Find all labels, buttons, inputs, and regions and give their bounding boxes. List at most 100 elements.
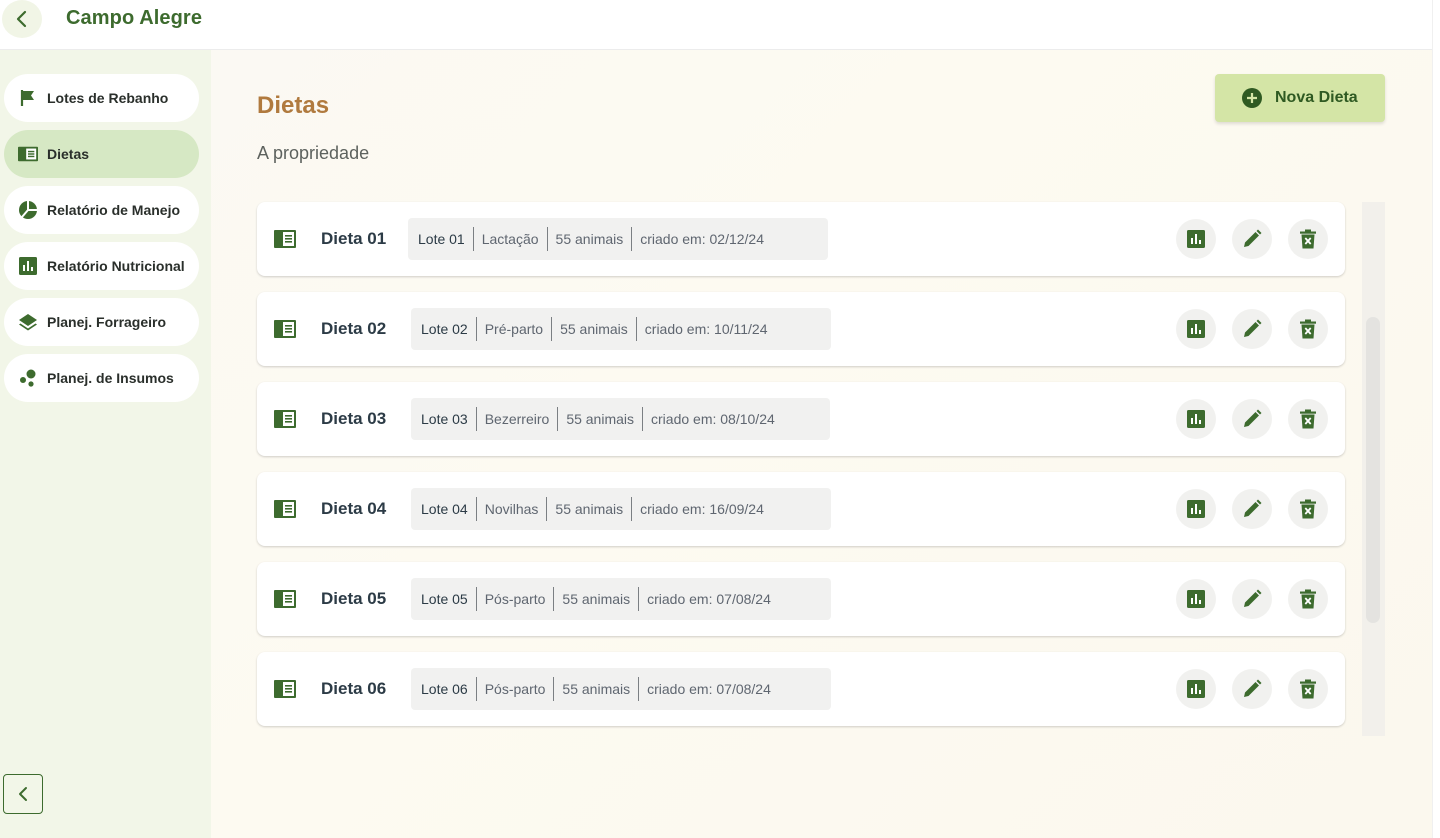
sidebar-item-relatorio-nutricional[interactable]: Relatório Nutricional [4, 242, 199, 290]
animals-chip: 55 animais [553, 587, 638, 611]
delete-button[interactable] [1288, 399, 1328, 439]
animals-chip: 55 animais [557, 407, 642, 431]
delete-button[interactable] [1288, 489, 1328, 529]
trash-icon [1300, 409, 1316, 429]
page-title: Dietas [257, 92, 330, 119]
report-button[interactable] [1176, 219, 1216, 259]
report-button[interactable] [1176, 489, 1216, 529]
created-date-chip: criado em: 08/10/24 [642, 407, 783, 431]
diet-card[interactable]: Dieta 06 Lote 06 Pós-parto 55 animais cr… [257, 652, 1345, 726]
sidebar-item-dietas[interactable]: Dietas [4, 130, 199, 178]
diet-info-chips: Lote 06 Pós-parto 55 animais criado em: … [411, 668, 831, 710]
trash-icon [1300, 319, 1316, 339]
delete-button[interactable] [1288, 669, 1328, 709]
category-chip: Pós-parto [475, 587, 554, 611]
category-chip: Pré-parto [475, 317, 551, 341]
animals-chip: 55 animais [546, 227, 632, 251]
bar-chart-icon [1187, 590, 1205, 608]
created-date-chip: criado em: 10/11/24 [635, 317, 776, 341]
bar-chart-icon [1187, 410, 1205, 428]
edit-button[interactable] [1232, 489, 1272, 529]
new-diet-button[interactable]: Nova Dieta [1215, 74, 1385, 122]
diet-card[interactable]: Dieta 05 Lote 05 Pós-parto 55 animais cr… [257, 562, 1345, 636]
pencil-icon [1244, 229, 1262, 247]
animals-chip: 55 animais [546, 497, 631, 521]
report-button[interactable] [1176, 669, 1216, 709]
trash-icon [1300, 589, 1316, 609]
sidebar: Lotes de Rebanho Dietas Relatório de Man… [0, 50, 211, 838]
page-subtitle: A propriedade [257, 143, 370, 163]
pencil-icon [1244, 499, 1262, 517]
diet-name: Dieta 06 [321, 679, 387, 698]
created-date-chip: criado em: 16/09/24 [631, 497, 772, 521]
main-content: Dietas A propriedade Nova Dieta Dieta 01… [211, 50, 1432, 838]
lote-chip: Lote 02 [421, 321, 468, 337]
lote-chip: Lote 03 [421, 411, 468, 427]
sidebar-item-label: Dietas [47, 146, 90, 162]
category-chip: Lactação [472, 227, 547, 251]
report-button[interactable] [1176, 399, 1216, 439]
bar-chart-icon [18, 256, 38, 276]
sidebar-item-relatorio-de-manejo[interactable]: Relatório de Manejo [4, 186, 199, 234]
diet-card[interactable]: Dieta 04 Lote 04 Novilhas 55 animais cri… [257, 472, 1345, 546]
collapse-sidebar-button[interactable] [3, 774, 43, 814]
bar-chart-icon [1187, 230, 1205, 248]
trash-icon [1300, 229, 1316, 249]
book-icon [274, 680, 296, 698]
bar-chart-icon [1187, 500, 1205, 518]
new-diet-button-label: Nova Dieta [1275, 89, 1358, 106]
sidebar-item-label: Planej. Forrageiro [47, 314, 167, 330]
edit-button[interactable] [1232, 399, 1272, 439]
layers-icon [18, 312, 38, 332]
diet-info-chips: Lote 03 Bezerreiro 55 animais criado em:… [411, 398, 830, 440]
bar-chart-icon [1187, 680, 1205, 698]
created-date-chip: criado em: 07/08/24 [638, 587, 779, 611]
animals-chip: 55 animais [551, 317, 636, 341]
sidebar-item-lotes-de-rebanho[interactable]: Lotes de Rebanho [4, 74, 199, 122]
created-date-chip: criado em: 07/08/24 [638, 677, 779, 701]
sidebar-item-planej-de-insumos[interactable]: Planej. de Insumos [4, 354, 199, 402]
book-icon [274, 500, 296, 518]
delete-button[interactable] [1288, 579, 1328, 619]
book-icon [274, 230, 296, 248]
category-chip: Novilhas [475, 497, 547, 521]
diet-name: Dieta 02 [321, 319, 387, 338]
category-chip: Bezerreiro [475, 407, 558, 431]
pie-chart-icon [18, 200, 38, 220]
top-header: Campo Alegre [0, 0, 1432, 50]
edit-button[interactable] [1232, 309, 1272, 349]
trash-icon [1300, 499, 1316, 519]
edit-button[interactable] [1232, 219, 1272, 259]
diet-info-chips: Lote 05 Pós-parto 55 animais criado em: … [411, 578, 831, 620]
diet-info-chips: Lote 04 Novilhas 55 animais criado em: 1… [411, 488, 831, 530]
pencil-icon [1244, 679, 1262, 697]
diet-name: Dieta 01 [321, 229, 387, 248]
property-title: Campo Alegre [66, 7, 203, 29]
diet-card[interactable]: Dieta 01 Lote 01 Lactação 55 animais cri… [257, 202, 1345, 276]
flag-icon [18, 88, 38, 108]
diet-name: Dieta 04 [321, 499, 387, 518]
sidebar-item-label: Planej. de Insumos [47, 370, 174, 386]
scrollbar-thumb[interactable] [1366, 317, 1380, 623]
sidebar-item-label: Relatório de Manejo [47, 202, 181, 218]
sidebar-item-planej-forrageiro[interactable]: Planej. Forrageiro [4, 298, 199, 346]
chevron-left-icon [16, 10, 27, 28]
delete-button[interactable] [1288, 219, 1328, 259]
book-icon [18, 144, 38, 164]
report-button[interactable] [1176, 579, 1216, 619]
pencil-icon [1244, 319, 1262, 337]
diet-card[interactable]: Dieta 02 Lote 02 Pré-parto 55 animais cr… [257, 292, 1345, 366]
back-button[interactable] [2, 0, 42, 38]
edit-button[interactable] [1232, 579, 1272, 619]
diet-name: Dieta 05 [321, 589, 387, 608]
book-icon [274, 590, 296, 608]
diet-card[interactable]: Dieta 03 Lote 03 Bezerreiro 55 animais c… [257, 382, 1345, 456]
sidebar-item-label: Relatório Nutricional [47, 258, 185, 274]
report-button[interactable] [1176, 309, 1216, 349]
diet-info-chips: Lote 02 Pré-parto 55 animais criado em: … [411, 308, 831, 350]
diet-name: Dieta 03 [321, 409, 387, 428]
delete-button[interactable] [1288, 309, 1328, 349]
diet-info-chips: Lote 01 Lactação 55 animais criado em: 0… [408, 218, 828, 260]
edit-button[interactable] [1232, 669, 1272, 709]
lote-chip: Lote 04 [421, 501, 468, 517]
